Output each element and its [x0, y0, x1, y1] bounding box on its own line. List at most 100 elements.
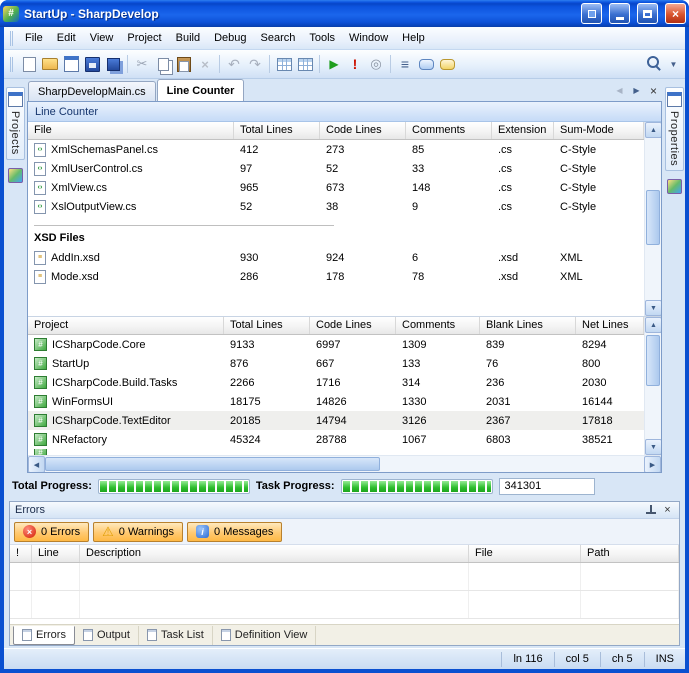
left-pad-secondary-icon[interactable] [8, 168, 23, 183]
close-button[interactable]: × [665, 3, 686, 24]
project-row[interactable]: ICSharpCode.Core 9133 6997 1309 839 8294 [28, 335, 644, 354]
file-row[interactable]: XmlUserControl.cs 97 52 33 .cs C-Style [28, 159, 644, 178]
tab-line-counter[interactable]: Line Counter [157, 79, 245, 101]
toolbar-grip[interactable] [10, 57, 13, 72]
col-path[interactable]: Path [581, 545, 679, 562]
col-extension[interactable]: Extension [492, 122, 554, 139]
col-blank-lines[interactable]: Blank Lines [480, 317, 576, 334]
col-net-lines[interactable]: Net Lines [576, 317, 644, 334]
menu-help[interactable]: Help [395, 28, 432, 48]
menu-grip[interactable] [10, 31, 13, 46]
scroll-up-icon[interactable]: ▲ [645, 317, 661, 333]
tab-sharpdevelopmain[interactable]: SharpDevelopMain.cs [28, 81, 156, 101]
file-row[interactable]: XslOutputView.cs 52 38 9 .cs C-Style [28, 197, 644, 216]
file-row[interactable]: XmlSchemasPanel.cs 412 273 85 .cs C-Styl… [28, 140, 644, 159]
project-row-selected[interactable]: ICSharpCode.TextEditor 20185 14794 3126 … [28, 411, 644, 430]
col-file[interactable]: File [28, 122, 234, 139]
scrollbar-track[interactable] [45, 456, 644, 472]
minimize-button[interactable] [609, 3, 630, 24]
menu-search[interactable]: Search [254, 28, 303, 48]
scroll-left-icon[interactable]: ◀ [28, 456, 45, 473]
sidebar-item-projects[interactable]: Projects [6, 87, 25, 160]
col-line[interactable]: Line [32, 545, 80, 562]
col-code-lines[interactable]: Code Lines [320, 122, 406, 139]
project-table-scrollbar[interactable]: ▲ ▼ [644, 317, 661, 455]
menu-build[interactable]: Build [169, 28, 207, 48]
col-project[interactable]: Project [28, 317, 224, 334]
scrollbar-thumb[interactable] [646, 335, 660, 386]
line-list-icon[interactable]: ≡ [395, 54, 415, 74]
copy-icon[interactable] [153, 54, 173, 74]
cut-icon[interactable]: ✂ [132, 54, 152, 74]
scrollbar-thumb[interactable] [646, 190, 660, 245]
paste-icon[interactable] [174, 54, 194, 74]
scrollbar-track[interactable] [645, 333, 661, 439]
redo-icon[interactable]: ↷ [245, 54, 265, 74]
prev-tab-icon[interactable]: ◀ [612, 83, 627, 98]
project-row[interactable]: ICSharpCode.Build.Tasks 2266 1716 314 23… [28, 373, 644, 392]
menu-window[interactable]: Window [342, 28, 395, 48]
scroll-up-icon[interactable]: ▲ [645, 122, 661, 138]
col-total-lines[interactable]: Total Lines [234, 122, 320, 139]
menu-file[interactable]: File [18, 28, 50, 48]
tab-task-list[interactable]: Task List [139, 626, 213, 645]
file-row[interactable]: Mode.xsd 286 178 78 .xsd XML [28, 267, 644, 286]
toolbar-overflow-icon[interactable]: ▼ [666, 57, 681, 72]
menu-edit[interactable]: Edit [50, 28, 83, 48]
breakpoint-icon[interactable]: ! [345, 54, 365, 74]
sidebar-item-properties[interactable]: Properties [665, 87, 684, 171]
scroll-down-icon[interactable]: ▼ [645, 300, 661, 316]
col-comments[interactable]: Comments [396, 317, 480, 334]
new-file-icon[interactable] [19, 54, 39, 74]
file-row[interactable]: AddIn.xsd 930 924 6 .xsd XML [28, 248, 644, 267]
menu-tools[interactable]: Tools [302, 28, 342, 48]
component-grid-icon[interactable] [295, 54, 315, 74]
horizontal-scrollbar[interactable]: ◀ ▶ [28, 455, 661, 472]
project-row[interactable]: NRefactory 45324 28788 1067 6803 38521 [28, 430, 644, 449]
undo-icon[interactable]: ↶ [224, 54, 244, 74]
pin-icon[interactable] [645, 505, 656, 516]
col-severity[interactable]: ! [10, 545, 32, 562]
warnings-filter-button[interactable]: ⚠ 0 Warnings [93, 522, 183, 542]
menu-view[interactable]: View [83, 28, 121, 48]
maximize-button[interactable] [637, 3, 658, 24]
tab-output[interactable]: Output [75, 626, 139, 645]
comment-icon[interactable] [416, 54, 436, 74]
menu-project[interactable]: Project [120, 28, 168, 48]
next-tab-icon[interactable]: ▶ [629, 83, 644, 98]
project-row[interactable]: StartUp 876 667 133 76 800 [28, 354, 644, 373]
close-panel-icon[interactable]: × [661, 504, 674, 517]
scroll-down-icon[interactable]: ▼ [645, 439, 661, 455]
app-icon[interactable]: # [3, 6, 19, 22]
col-comments[interactable]: Comments [406, 122, 492, 139]
tab-errors[interactable]: Errors [13, 626, 75, 645]
file-row[interactable]: XmlView.cs 965 673 148 .cs C-Style [28, 178, 644, 197]
menu-debug[interactable]: Debug [207, 28, 253, 48]
scroll-right-icon[interactable]: ▶ [644, 456, 661, 473]
record-icon[interactable]: ◎ [366, 54, 386, 74]
col-total-lines[interactable]: Total Lines [224, 317, 310, 334]
new-item-grid-icon[interactable] [274, 54, 294, 74]
close-tab-icon[interactable]: × [646, 83, 661, 98]
col-code-lines[interactable]: Code Lines [310, 317, 396, 334]
save-all-icon[interactable] [103, 54, 123, 74]
scrollbar-track[interactable] [645, 138, 661, 300]
project-row[interactable]: WinFormsUI 18175 14826 1330 2031 16144 [28, 392, 644, 411]
right-pad-secondary-icon[interactable] [667, 179, 682, 194]
theme-button[interactable] [581, 3, 602, 24]
browse-icon[interactable] [61, 54, 81, 74]
delete-icon[interactable]: × [195, 54, 215, 74]
errors-filter-button[interactable]: 0 Errors [14, 522, 89, 542]
messages-filter-button[interactable]: 0 Messages [187, 522, 282, 542]
col-description[interactable]: Description [80, 545, 469, 562]
file-table-scrollbar[interactable]: ▲ ▼ [644, 122, 661, 316]
open-icon[interactable] [40, 54, 60, 74]
search-icon[interactable] [645, 54, 665, 74]
col-sum-mode[interactable]: Sum-Mode [554, 122, 644, 139]
tab-definition-view[interactable]: Definition View [213, 626, 317, 645]
col-file[interactable]: File [469, 545, 581, 562]
run-icon[interactable]: ▶ [324, 54, 344, 74]
save-icon[interactable] [82, 54, 102, 74]
task-note-icon[interactable] [437, 54, 457, 74]
scrollbar-thumb[interactable] [45, 457, 380, 471]
